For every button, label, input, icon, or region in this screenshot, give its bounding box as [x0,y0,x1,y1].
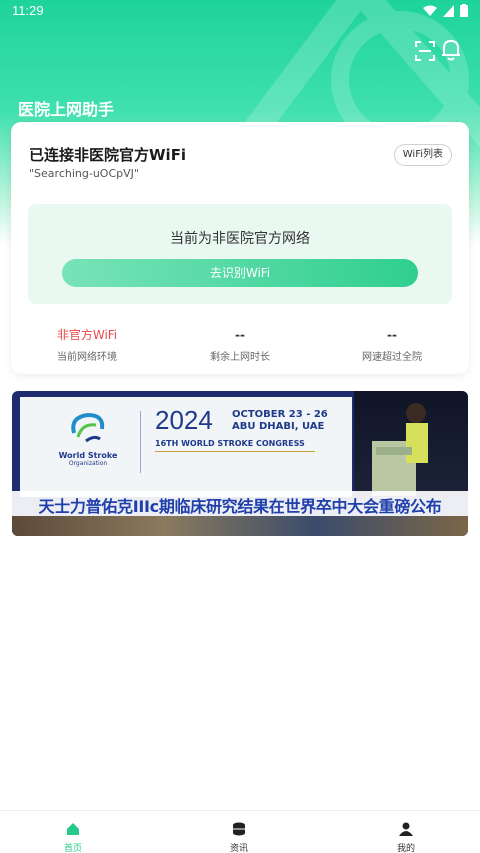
event-date-range: OCTOBER 23 - 26 [232,409,328,420]
status-time: 11:29 [12,3,44,18]
bell-icon[interactable] [440,38,462,62]
speaker-illustration [372,403,428,496]
stat-speed-rank: -- 网速超过全院 [316,327,468,363]
city-skyline [12,516,468,536]
org-sub: Organization [68,460,108,467]
banner-poster: World Stroke Organization 2024 OCTOBER 2… [20,397,352,497]
nav-label: 首页 [63,844,82,853]
divider [155,451,315,452]
connection-status: 已连接非医院官方WiFi [29,146,187,164]
org-name: World Stroke [58,451,118,460]
person-icon [399,822,413,836]
nav-profile[interactable]: 我的 [376,821,436,853]
wso-logo: World Stroke Organization [48,411,128,481]
battery-icon [460,4,468,17]
stat-network-env: 非官方WiFi 当前网络环境 [11,327,163,363]
stat-label: 当前网络环境 [57,352,117,363]
stat-label: 剩余上网时长 [210,352,270,363]
status-icons [423,4,468,17]
stat-value: -- [235,328,245,342]
wifi-icon [423,5,437,16]
home-icon [67,823,79,835]
brain-icon [71,412,105,443]
app-title: 医院上网助手 [18,100,115,119]
network-notice: 当前为非医院官方网络 [170,231,310,247]
network-stats: 非官方WiFi 当前网络环境 -- 剩余上网时长 -- 网速超过全院 [11,327,469,367]
scan-icon[interactable] [414,40,436,62]
banner-headline: 天士力普佑克IIIc期临床研究结果在世界卒中大会重磅公布 [38,497,442,516]
stat-value: -- [387,328,397,342]
divider [140,411,141,473]
bottom-nav: 首页 资讯 我的 [0,810,480,853]
ssid-text: "Searching-uOCpVJ" [29,167,139,180]
event-dates: OCTOBER 23 - 26 ABU DHABI, UAE [232,409,328,433]
database-icon [233,822,245,836]
nav-label: 资讯 [229,844,248,853]
status-bar: 11:29 [0,0,480,22]
stat-remaining-time: -- 剩余上网时长 [164,327,316,363]
event-year: 2024 [155,405,213,435]
congress-name: 16TH WORLD STROKE CONGRESS [155,439,305,448]
stat-value: 非官方WiFi [56,328,118,342]
nav-news[interactable]: 资讯 [209,821,269,853]
wifi-list-button[interactable]: WiFi列表 [393,144,452,166]
identify-wifi-button[interactable]: 去识别WiFi [62,259,418,287]
network-panel: 当前为非医院官方网络 去识别WiFi [28,204,452,304]
signal-icon [443,4,454,17]
news-banner[interactable]: World Stroke Organization 2024 OCTOBER 2… [12,391,468,536]
wifi-status-card: 已连接非医院官方WiFi "Searching-uOCpVJ" WiFi列表 当… [11,122,469,374]
nav-home[interactable]: 首页 [43,821,103,853]
screen: 11:29 医院上网助手 已连接非医院官方WiFi "Searching-uOC… [0,0,480,853]
speaker-photo [354,391,468,496]
nav-label: 我的 [396,844,415,853]
event-location: ABU DHABI, UAE [232,421,325,432]
stat-label: 网速超过全院 [362,352,422,363]
